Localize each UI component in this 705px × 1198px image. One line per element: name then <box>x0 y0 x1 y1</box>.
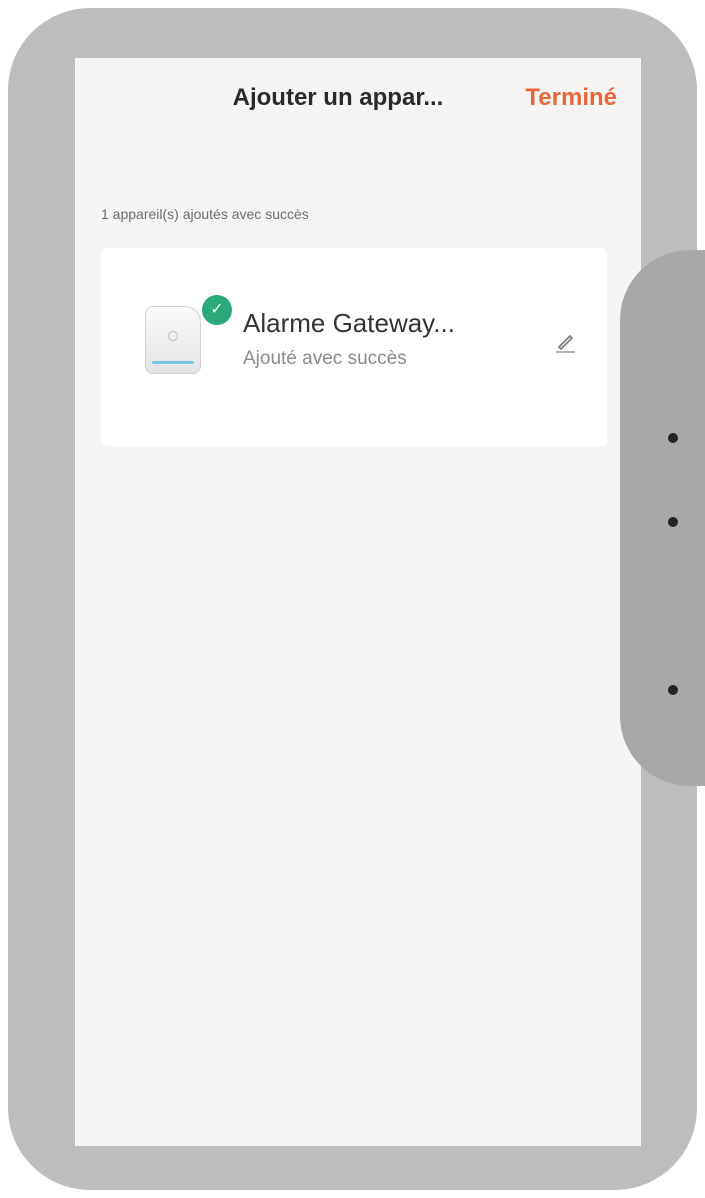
device-status: Ajouté avec succès <box>243 348 407 369</box>
success-summary: 1 appareil(s) ajoutés avec succès <box>101 206 309 222</box>
side-bullet <box>668 517 678 527</box>
device-image: ✓ <box>145 292 235 374</box>
device-name: Alarme Gateway... <box>243 308 455 338</box>
device-card[interactable]: ✓ Alarme Gateway... Ajouté avec succès <box>101 248 607 446</box>
side-bullet <box>668 685 678 695</box>
side-panel-tab[interactable] <box>620 250 705 786</box>
device-indicator <box>168 331 178 341</box>
check-icon: ✓ <box>199 292 235 328</box>
app-screen: Ajouter un appar... Terminé 1 appareil(s… <box>75 58 641 1146</box>
done-button[interactable]: Terminé <box>525 84 617 112</box>
side-bullet <box>668 433 678 443</box>
gateway-device-icon <box>145 306 201 374</box>
pencil-icon[interactable] <box>553 330 577 354</box>
